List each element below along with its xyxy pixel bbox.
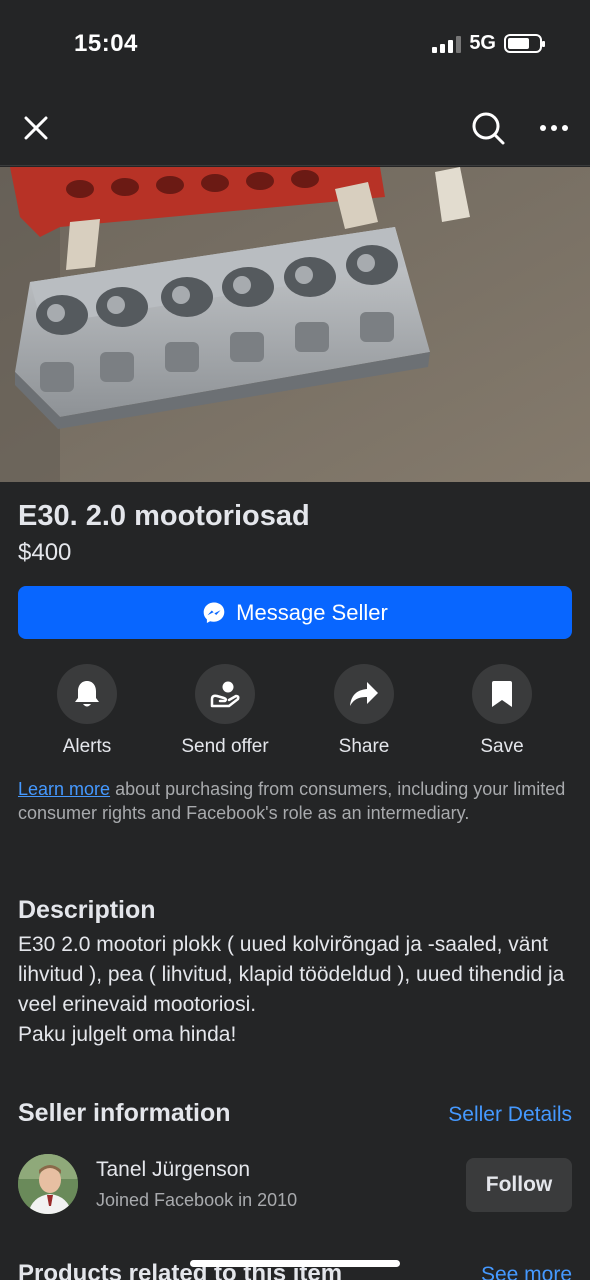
see-more-link[interactable]: See more [481, 1263, 572, 1280]
listing-photo[interactable] [0, 167, 590, 482]
description-heading: Description [18, 896, 156, 924]
alerts-label: Alerts [62, 736, 112, 757]
seller-details-link[interactable]: Seller Details [448, 1103, 572, 1127]
search-icon [472, 112, 505, 145]
alerts-action[interactable]: Alerts [17, 664, 157, 758]
signal-icon [432, 35, 462, 53]
send-offer-action[interactable]: Send offer [155, 664, 295, 758]
network-label: 5G [469, 32, 496, 54]
save-label: Save [480, 736, 524, 757]
search-button[interactable] [468, 108, 508, 148]
consumer-notice: Learn more about purchasing from consume… [18, 777, 572, 825]
share-action[interactable]: Share [294, 664, 434, 758]
top-bar [0, 90, 590, 166]
more-icon [540, 125, 568, 131]
battery-icon [504, 34, 545, 53]
share-icon [350, 682, 378, 706]
close-icon [24, 116, 48, 140]
seller-joined: Joined Facebook in 2010 [96, 1190, 298, 1210]
message-seller-label: Message Seller [236, 599, 388, 625]
seller-row: Tanel Jürgenson Joined Facebook in 2010 … [18, 1154, 572, 1216]
share-label: Share [338, 736, 390, 757]
avatar[interactable] [18, 1154, 78, 1214]
action-row: Alerts Send offer Share Save [0, 664, 590, 764]
close-button[interactable] [16, 108, 56, 148]
messenger-icon [203, 602, 225, 623]
offer-icon [210, 681, 240, 708]
description-line: E30 2.0 mootori plokk ( uued kolvirõngad… [18, 933, 565, 1016]
listing-title: E30. 2.0 mootoriosad [18, 500, 310, 532]
send-offer-label: Send offer [181, 736, 269, 757]
message-seller-button[interactable]: Message Seller [18, 586, 572, 639]
learn-more-link[interactable]: Learn more [18, 779, 110, 799]
seller-name[interactable]: Tanel Jürgenson [96, 1158, 250, 1182]
save-action[interactable]: Save [432, 664, 572, 758]
status-time: 15:04 [74, 30, 138, 57]
seller-information-heading: Seller information [18, 1099, 231, 1127]
status-bar: 15:04 5G [0, 0, 590, 90]
listing-price: $400 [18, 539, 72, 566]
description-line: Paku julgelt oma hinda! [18, 1023, 237, 1046]
engine-head-photo [0, 167, 590, 482]
description-text: E30 2.0 mootori plokk ( uued kolvirõngad… [18, 930, 578, 1050]
home-indicator[interactable] [190, 1260, 400, 1267]
status-indicators: 5G [432, 32, 545, 55]
bell-icon [75, 681, 99, 707]
more-button[interactable] [534, 108, 574, 148]
bookmark-icon [492, 681, 512, 707]
follow-button[interactable]: Follow [466, 1158, 572, 1212]
